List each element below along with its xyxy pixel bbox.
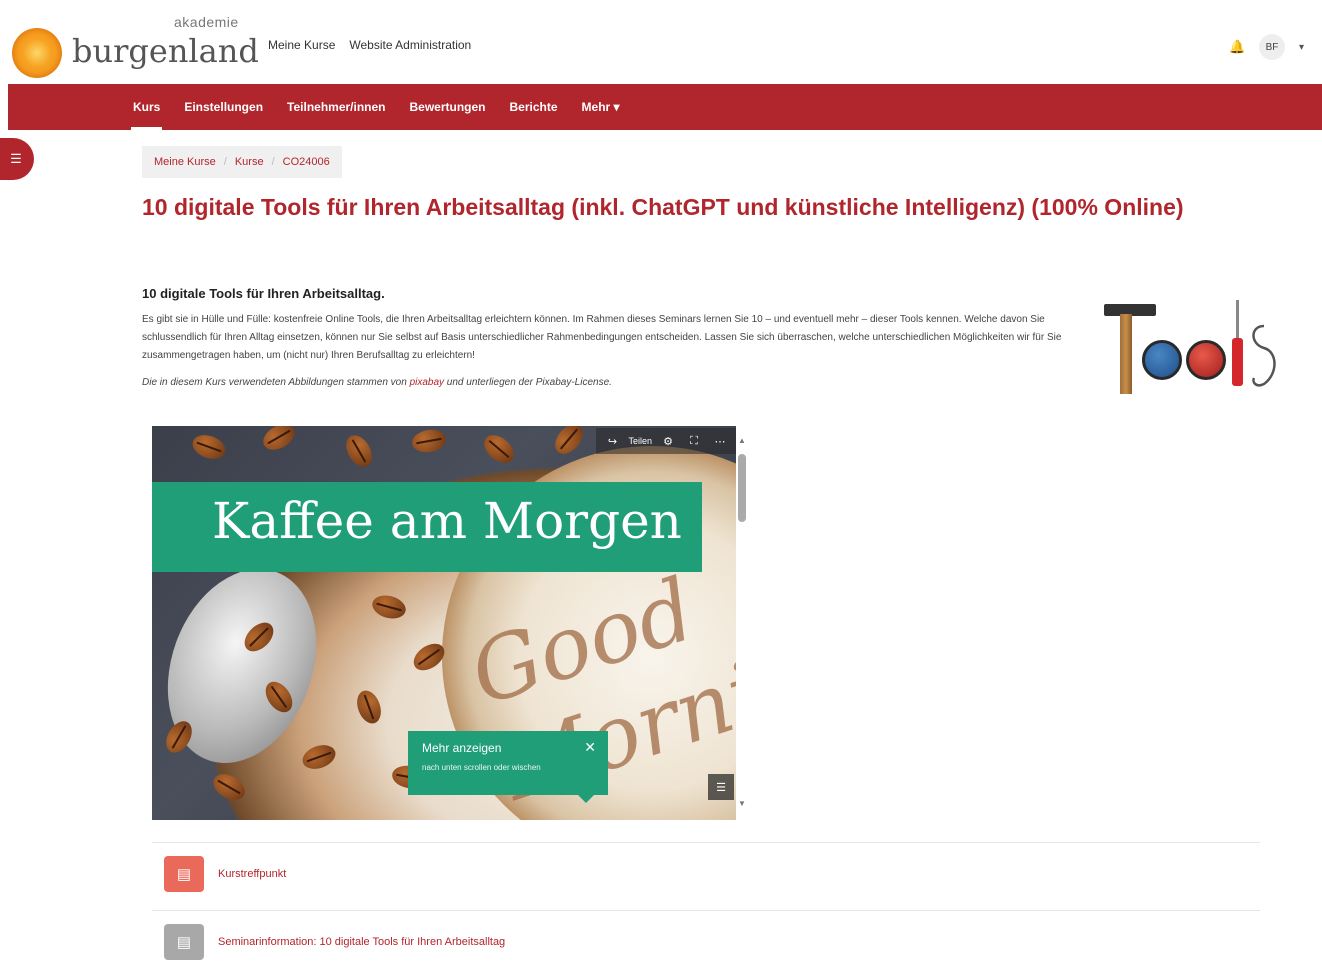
share-label[interactable]: Teilen bbox=[628, 436, 652, 446]
scroll-down-icon[interactable]: ▼ bbox=[738, 799, 746, 808]
scroll-up-icon[interactable]: ▲ bbox=[738, 436, 746, 445]
breadcrumb-separator: / bbox=[223, 156, 227, 168]
media-scrollbar[interactable]: ▲ ▼ bbox=[736, 436, 748, 808]
tab-berichte[interactable]: Berichte bbox=[510, 84, 558, 130]
breadcrumb-course-code[interactable]: CO24006 bbox=[283, 156, 330, 168]
share-icon[interactable]: ↪ bbox=[602, 431, 622, 451]
activity-row[interactable]: ▤ Seminarinformation: 10 digitale Tools … bbox=[152, 910, 1260, 966]
coffee-bean bbox=[549, 426, 589, 460]
coffee-bean bbox=[189, 430, 229, 464]
file-icon: ▤ bbox=[164, 923, 204, 960]
breadcrumb-my-courses[interactable]: Meine Kurse bbox=[154, 156, 216, 168]
primary-nav: Meine Kurse Website Administration bbox=[268, 38, 471, 52]
page-title: 10 digitale Tools für Ihren Arbeitsallta… bbox=[142, 194, 1184, 220]
course-index-toggle[interactable]: ☰ bbox=[0, 138, 34, 180]
coffee-bean bbox=[299, 740, 339, 774]
forum-icon: ▤ bbox=[164, 855, 204, 892]
coffee-bean bbox=[410, 427, 448, 455]
summary-text: Es gibt sie in Hülle und Fülle: kostenfr… bbox=[142, 314, 1062, 361]
bell-icon[interactable]: 🔔 bbox=[1229, 39, 1245, 55]
screwdriver-icon bbox=[1236, 300, 1239, 340]
tab-bewertungen[interactable]: Bewertungen bbox=[410, 84, 486, 130]
list-icon: ☰ bbox=[10, 151, 22, 166]
user-area: 🔔 BF ▾ bbox=[1229, 34, 1304, 60]
nav-site-administration[interactable]: Website Administration bbox=[349, 38, 471, 52]
red-badge-icon bbox=[1186, 340, 1226, 380]
coffee-bean bbox=[478, 429, 520, 469]
summary-heading: 10 digitale Tools für Ihren Arbeitsallta… bbox=[142, 286, 385, 301]
breadcrumb-separator: / bbox=[271, 156, 275, 168]
tab-kurs[interactable]: Kurs bbox=[130, 84, 163, 130]
image-credit-note: Die in diesem Kurs verwendeten Abbildung… bbox=[142, 377, 1082, 388]
tooltip-arrow bbox=[578, 795, 594, 803]
blue-badge-icon bbox=[1142, 340, 1182, 380]
scroll-hint-subtitle: nach unten scrollen oder wischen bbox=[422, 763, 541, 772]
tab-einstellungen[interactable]: Einstellungen bbox=[184, 84, 263, 130]
coffee-bean bbox=[208, 768, 250, 806]
course-nav: Kurs Einstellungen Teilnehmer/innen Bewe… bbox=[8, 84, 1322, 130]
logo-title: burgenland bbox=[72, 32, 259, 70]
screwdriver-handle bbox=[1232, 338, 1243, 386]
credit-prefix: Die in diesem Kurs verwendeten Abbildung… bbox=[142, 377, 410, 388]
breadcrumb: Meine Kurse / Kurse / CO24006 bbox=[142, 146, 342, 178]
course-summary: 10 digitale Tools für Ihren Arbeitsallta… bbox=[142, 286, 1082, 388]
hook-icon bbox=[1252, 324, 1276, 387]
scroll-hint-title: Mehr anzeigen bbox=[422, 741, 502, 755]
more-icon[interactable]: ⋯ bbox=[710, 431, 730, 451]
user-avatar[interactable]: BF bbox=[1258, 34, 1285, 60]
user-menu-caret-icon[interactable]: ▾ bbox=[1299, 42, 1304, 53]
title-banner: Kaffee am Morgen bbox=[152, 482, 702, 572]
activity-link[interactable]: Seminarinformation: 10 digitale Tools fü… bbox=[218, 936, 505, 948]
scroll-hint-popup: Mehr anzeigen nach unten scrollen oder w… bbox=[408, 731, 608, 803]
logo-subtitle: akademie bbox=[174, 14, 239, 30]
coffee-bean bbox=[258, 426, 300, 456]
close-icon[interactable]: ✕ bbox=[584, 739, 596, 756]
coffee-bean bbox=[369, 591, 409, 623]
hammer-handle bbox=[1120, 314, 1132, 394]
coffee-bean bbox=[352, 687, 386, 727]
pixabay-link[interactable]: pixabay bbox=[410, 377, 444, 388]
tab-teilnehmer[interactable]: Teilnehmer/innen bbox=[287, 84, 385, 130]
site-logo[interactable]: akademie burgenland bbox=[12, 10, 259, 80]
activity-row[interactable]: ▤ Kurstreffpunkt bbox=[152, 842, 1260, 904]
gear-icon[interactable]: ⚙ bbox=[658, 431, 678, 451]
coffee-bean bbox=[340, 430, 378, 472]
h5p-interactive-book[interactable]: Good Mornin Kaffee am Morgen ↪ Teilen ⚙ … bbox=[152, 426, 736, 820]
breadcrumb-courses[interactable]: Kurse bbox=[235, 156, 264, 168]
scroll-thumb[interactable] bbox=[738, 454, 746, 522]
tools-illustration bbox=[1098, 300, 1288, 400]
menu-icon[interactable]: ☰ bbox=[708, 774, 734, 800]
tab-mehr[interactable]: Mehr ▾ bbox=[582, 84, 620, 130]
fullscreen-icon[interactable]: ⛶ bbox=[684, 431, 704, 451]
h5p-toolbar: ↪ Teilen ⚙ ⛶ ⋯ bbox=[596, 428, 736, 454]
top-bar: akademie burgenland Meine Kurse Website … bbox=[0, 0, 1322, 84]
banner-title: Kaffee am Morgen bbox=[212, 492, 682, 550]
sun-logo-icon bbox=[12, 28, 62, 78]
credit-suffix: und unterliegen der Pixabay-License. bbox=[444, 377, 612, 388]
nav-my-courses[interactable]: Meine Kurse bbox=[268, 38, 335, 52]
activity-link[interactable]: Kurstreffpunkt bbox=[218, 868, 286, 880]
